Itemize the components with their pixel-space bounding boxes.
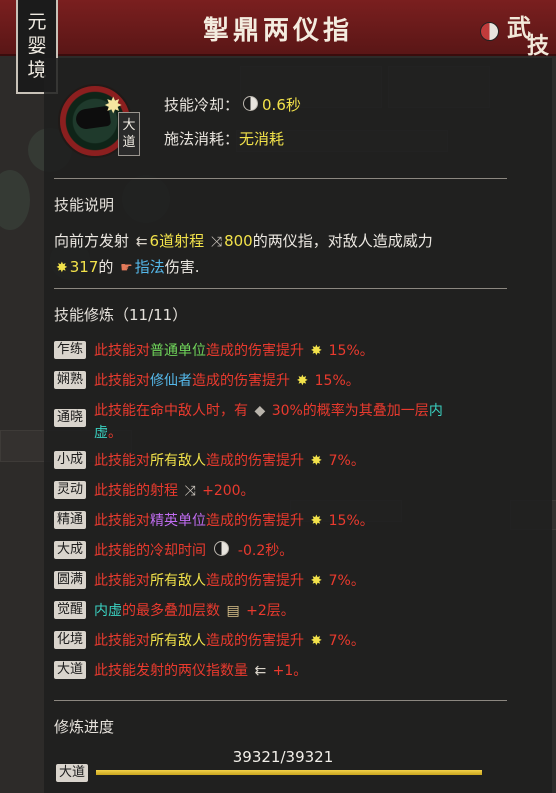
help-icon[interactable] xyxy=(480,22,499,41)
crossed-swords-icon: ⤨ xyxy=(184,483,196,499)
rock-icon: ◆ xyxy=(254,403,266,419)
stage-tag: 精通 xyxy=(54,511,86,529)
cultivation-row: 圆满 此技能对所有敌人造成的伤害提升 ✸ 7%。 xyxy=(54,570,504,592)
crossed-swords-icon: ⤨ xyxy=(210,234,223,250)
logo-char-2: 技 xyxy=(527,33,550,59)
cultivation-row: 大成 此技能的冷却时间 -0.2秒。 xyxy=(54,540,504,562)
scroll-icon: ▤ xyxy=(226,603,240,619)
cooldown-label: 技能冷却： xyxy=(164,96,240,114)
progress-stage-tag: 大道 xyxy=(56,764,88,782)
divider xyxy=(54,288,507,289)
stage-tag: 圆满 xyxy=(54,571,86,589)
moon-icon xyxy=(243,96,259,111)
rank-badge: 大 道 xyxy=(118,112,140,156)
cultivation-row: 觉醒 内虚的最多叠加层数 ▤ +2层。 xyxy=(54,600,504,622)
progress-bar xyxy=(96,770,482,775)
stage-tag: 觉醒 xyxy=(54,601,86,619)
rank-char: 大 xyxy=(122,118,136,133)
cultivation-row: 通晓 此技能在命中敌人时，有 ◆ 30%的概率为其叠加一层内 虚。 xyxy=(54,400,504,444)
cost-value: 无消耗 xyxy=(239,130,285,148)
cultivation-row: 化境 此技能对所有敌人造成的伤害提升 ✸ 7%。 xyxy=(54,630,504,652)
progress-bar-fill xyxy=(96,770,482,775)
brand-logo: 武 技 xyxy=(503,6,555,59)
description-title: 技能说明 xyxy=(54,196,115,214)
realm-char: 婴 xyxy=(27,35,47,57)
stage-tag: 乍练 xyxy=(54,341,86,359)
realm-char: 元 xyxy=(27,11,47,33)
cultivation-row: 灵动 此技能的射程 ⤨ +200。 xyxy=(54,480,504,502)
stage-tag: 小成 xyxy=(54,451,86,469)
spark-icon: ✸ xyxy=(310,343,323,359)
spark-icon: ✸ xyxy=(310,513,323,529)
rank-char: 道 xyxy=(122,135,136,150)
spark-icon: ✸ xyxy=(310,573,323,589)
spark-icon: ✸ xyxy=(56,260,68,276)
moon-icon xyxy=(214,541,230,556)
stage-tag: 灵动 xyxy=(54,481,86,499)
arrows-icon: ⇇ xyxy=(135,234,148,250)
stage-tag: 大道 xyxy=(54,661,86,679)
spark-icon: ✸ xyxy=(310,453,323,469)
stage-tag: 大成 xyxy=(54,541,86,559)
cultivation-row: 大道 此技能发射的两仪指数量 ⇇ +1。 xyxy=(54,660,504,682)
divider xyxy=(54,178,507,179)
cultivation-row: 娴熟 此技能对修仙者造成的伤害提升 ✸ 15%。 xyxy=(54,370,504,392)
cooldown-row: 技能冷却： 0.6秒 xyxy=(164,94,301,115)
arrows-icon: ⇇ xyxy=(254,663,267,679)
cultivation-title: 技能修炼（11/11） xyxy=(54,306,188,324)
progress-title: 修炼进度 xyxy=(54,718,115,736)
cost-row: 施法消耗：无消耗 xyxy=(164,128,284,149)
description-line-2: ✸ 317的 ☛ 指法伤害. xyxy=(56,258,200,276)
cost-label: 施法消耗： xyxy=(164,130,240,148)
stage-tag: 通晓 xyxy=(54,409,86,427)
cultivation-row: 乍练 此技能对普通单位造成的伤害提升 ✸ 15%。 xyxy=(54,340,504,362)
stage-tag: 化境 xyxy=(54,631,86,649)
stage-tag: 娴熟 xyxy=(54,371,86,389)
progress-value: 39321/39321 xyxy=(232,748,334,766)
cooldown-value: 0.6秒 xyxy=(262,96,301,114)
finger-technique-icon: ☛ xyxy=(120,260,133,276)
cultivation-row: 精通 此技能对精英单位造成的伤害提升 ✸ 15%。 xyxy=(54,510,504,532)
spark-icon: ✸ xyxy=(310,633,323,649)
spark-icon: ✸ xyxy=(296,373,309,389)
cultivation-row: 小成 此技能对所有敌人造成的伤害提升 ✸ 7%。 xyxy=(54,450,504,472)
divider xyxy=(54,700,507,701)
skill-title: 掣鼎两仪指 xyxy=(202,16,353,46)
description-line-1: 向前方发射 ⇇ 6道射程 ⤨ 800的两仪指，对敌人造成威力 xyxy=(54,232,433,250)
title-banner: 掣鼎两仪指 武 技 xyxy=(0,0,556,59)
